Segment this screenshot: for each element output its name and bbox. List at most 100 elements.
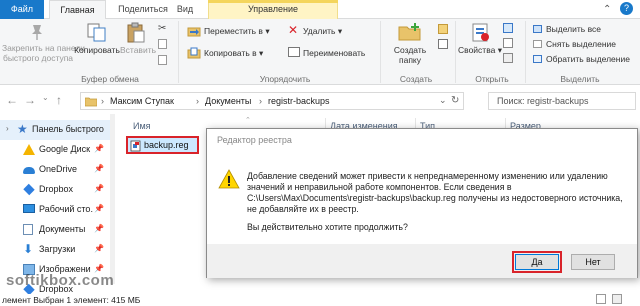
breadcrumb-separator: › [259,96,262,106]
delete-button[interactable]: Удалить ▾ [303,26,342,37]
nav-item-quick-access[interactable]: › ★ Панель быстрого [0,120,110,140]
copy-icon[interactable] [86,22,108,42]
properties-icon[interactable] [470,22,490,42]
paste-shortcut-icon[interactable] [158,55,167,65]
chevron-down-icon[interactable]: › [6,124,9,133]
nav-item-dropbox[interactable]: Dropbox 📌 [0,180,110,200]
easy-access-icon[interactable] [438,39,448,49]
nav-label: Документы [39,224,86,234]
address-bar[interactable]: › Максим Ступак › Документы › registr-ba… [80,92,464,110]
desktop-icon [23,204,35,213]
nav-item-documents[interactable]: Документы 📌 [0,220,110,240]
table-row[interactable]: backup.reg [126,136,199,154]
ribbon-collapse-icon[interactable]: ⌃ [603,4,611,15]
new-item-icon[interactable] [438,24,448,34]
copy-to-button[interactable]: Копировать в ▾ [204,48,263,59]
nav-item-downloads[interactable]: ⬇ Загрузки 📌 [0,240,110,260]
watermark: softikbox.com [6,272,115,289]
sort-chevron-icon: ⌃ [245,117,251,124]
file-name: backup.reg [144,140,189,150]
back-icon[interactable]: ← [6,93,18,107]
tab-share[interactable]: Поделиться [112,0,174,19]
clipboard-group-label: Буфер обмена [81,74,139,84]
copy-path-icon[interactable] [158,39,167,49]
new-folder-label-2[interactable]: папку [386,55,434,65]
invert-selection-button[interactable]: Обратить выделение [546,54,630,64]
address-dropdown-icon[interactable]: ⌄ [439,95,447,106]
nav-label: Dropbox [39,184,74,194]
star-icon: ★ [17,122,28,136]
pin-icon[interactable] [27,22,47,42]
breadcrumb-folder[interactable]: registr-backups [268,96,330,106]
tiles-view-icon[interactable] [612,294,622,304]
no-button[interactable]: Нет [571,254,615,270]
copy-to-icon [187,47,201,59]
yes-button[interactable]: Да [515,254,559,270]
refresh-icon[interactable]: ↻ [451,95,459,106]
recent-chevron-icon[interactable]: ⌄ [42,93,49,102]
paste-icon[interactable] [125,22,147,44]
tab-file[interactable]: Файл [0,0,44,19]
pin-icon: 📌 [94,184,104,193]
select-none-button[interactable]: Снять выделение [546,39,616,49]
edit-icon[interactable] [503,38,513,48]
new-folder-icon[interactable] [398,22,422,42]
open-group-label: Открыть [475,74,509,84]
dropbox-icon [23,183,35,196]
tab-view[interactable]: Вид [168,0,202,19]
reg-file-icon [130,140,141,152]
properties-button[interactable]: Свойства ▾ [458,45,502,55]
ribbon-tab-bar: Файл Главная Поделиться Вид Управление ⌃… [0,0,640,20]
documents-icon [23,224,33,235]
select-all-icon [533,25,542,33]
paste-button[interactable]: Вставить [118,45,158,55]
column-header-name[interactable]: Имя [133,121,151,131]
help-icon[interactable]: ? [620,2,633,15]
downloads-icon: ⬇ [23,242,34,256]
rename-button[interactable]: Переименовать [303,48,365,58]
registry-editor-dialog: Редактор реестра Добавление сведений мож… [206,128,638,278]
search-placeholder: Поиск: registr-backups [497,96,589,106]
pin-label-2[interactable]: быстрого доступа [2,53,74,63]
pin-label-1[interactable]: Закрепить на панели [2,43,85,53]
pin-icon: 📌 [94,164,104,173]
up-icon[interactable]: ↑ [56,93,62,107]
dialog-button-bar: Да Нет [207,244,637,278]
search-input[interactable]: Поиск: registr-backups [488,92,636,110]
address-row: ← → ⌄ ↑ › Максим Ступак › Документы › re… [0,86,640,114]
pin-icon: 📌 [94,144,104,153]
move-to-button[interactable]: Переместить в ▾ [204,26,270,37]
ribbon-separator [525,21,526,83]
folder-icon [85,96,97,107]
breadcrumb-separator: › [196,96,199,106]
delete-icon: ✕ [288,23,299,37]
nav-item-google-drive[interactable]: Google Диск 📌 [0,140,110,160]
open-icon[interactable] [503,23,513,33]
select-none-icon [533,40,542,48]
history-icon[interactable] [503,53,513,63]
pin-icon: 📌 [94,204,104,213]
ribbon: Закрепить на панели быстрого доступа Коп… [0,19,640,85]
breadcrumb-user[interactable]: Максим Ступак [110,96,174,106]
nav-item-onedrive[interactable]: OneDrive 📌 [0,160,110,180]
nav-label: OneDrive [39,164,78,174]
dialog-title: Редактор реестра [217,135,292,145]
select-all-button[interactable]: Выделить все [546,24,601,34]
dialog-question: Вы действительно хотите продолжить? [247,222,408,232]
cut-icon[interactable]: ✂ [158,23,166,34]
nav-label: Рабочий сто. [39,204,93,214]
onedrive-icon [23,167,35,174]
ribbon-separator [455,21,456,83]
breadcrumb-documents[interactable]: Документы [205,96,251,106]
tab-home[interactable]: Главная [49,0,106,20]
organize-group-label: Упорядочить [259,74,311,84]
nav-label: Google Диск [39,144,91,154]
nav-item-desktop[interactable]: Рабочий сто. 📌 [0,200,110,220]
pin-icon: 📌 [94,244,104,253]
ribbon-separator [178,21,179,83]
copy-button[interactable]: Копировать [73,45,121,55]
new-folder-label-1[interactable]: Создать [386,45,434,55]
forward-icon[interactable]: → [24,93,36,107]
details-view-icon[interactable] [596,294,606,304]
create-group-label: Создать [399,74,433,84]
